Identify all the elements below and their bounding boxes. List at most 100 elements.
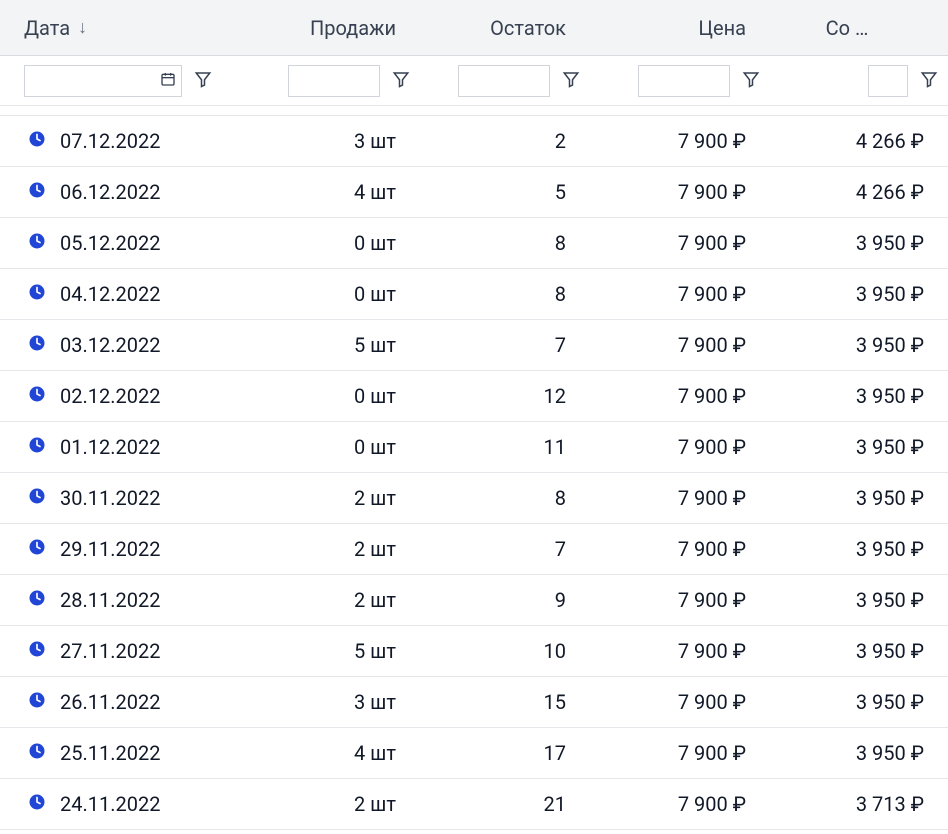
sales-cell: 2 шт: [260, 792, 420, 816]
cost-cell: 3 713 ₽: [770, 792, 948, 816]
table-row[interactable]: 28.11.2022 2 шт97 900 ₽3 950 ₽: [0, 575, 948, 626]
filter-price-input[interactable]: [638, 65, 730, 97]
filter-icon[interactable]: [194, 70, 212, 92]
price-cell: 7 900 ₽: [590, 282, 770, 306]
date-cell: 06.12.2022: [0, 180, 260, 204]
table-row[interactable]: 29.11.20222 шт77 900 ₽3 950 ₽: [0, 524, 948, 575]
header-cost-label: Со …: [826, 16, 869, 40]
header-date[interactable]: Дата ↓: [0, 16, 260, 40]
clock-icon: [28, 792, 46, 816]
table-row[interactable]: 27.11.20225 шт107 900 ₽3 950 ₽: [0, 626, 948, 677]
date-cell: 03.12.2022: [0, 333, 260, 357]
cost-cell: 3 950 ₽: [770, 333, 948, 357]
date-value: 30.11.2022: [60, 486, 160, 510]
table-row[interactable]: 01.12.20220 шт117 900 ₽3 950 ₽: [0, 422, 948, 473]
filter-icon[interactable]: [392, 70, 410, 92]
stock-cell: 12: [420, 384, 590, 408]
date-value: 03.12.2022: [60, 333, 160, 357]
date-cell: 28.11.2022: [0, 588, 260, 612]
stock-cell: 8: [420, 486, 590, 510]
filter-icon[interactable]: [742, 70, 760, 92]
stock-cell: 5: [420, 180, 590, 204]
date-value: 27.11.2022: [60, 639, 160, 663]
stock-cell: 10: [420, 639, 590, 663]
table-row[interactable]: 03.12.20225 шт77 900 ₽3 950 ₽: [0, 320, 948, 371]
table-row[interactable]: 06.12.20224 шт57 900 ₽4 266 ₽: [0, 167, 948, 218]
filter-date-input[interactable]: [24, 65, 182, 97]
cost-cell: 4 266 ₽: [770, 180, 948, 204]
date-cell: 25.11.2022: [0, 741, 260, 765]
date-value: 04.12.2022: [60, 282, 160, 306]
clock-icon: [28, 690, 46, 714]
header-stock[interactable]: Остаток: [420, 16, 590, 40]
clock-icon: [28, 588, 46, 612]
table-row[interactable]: 30.11.20222 шт87 900 ₽3 950 ₽: [0, 473, 948, 524]
date-value: 06.12.2022: [60, 180, 160, 204]
cost-cell: 3 950 ₽: [770, 588, 948, 612]
date-value: 01.12.2022: [60, 435, 160, 459]
clock-icon: [28, 231, 46, 255]
clock-icon: [28, 486, 46, 510]
date-cell: 01.12.2022: [0, 435, 260, 459]
sales-cell: 0 шт: [260, 384, 420, 408]
filter-sales-input[interactable]: [288, 65, 380, 97]
stock-cell: 17: [420, 741, 590, 765]
cost-cell: 3 950 ₽: [770, 231, 948, 255]
cost-cell: 3 950 ₽: [770, 486, 948, 510]
sales-cell: 4 шт: [260, 741, 420, 765]
date-value: 02.12.2022: [60, 384, 160, 408]
table-header-row: Дата ↓ Продажи Остаток Цена Со …: [0, 0, 948, 56]
date-value: 07.12.2022: [60, 129, 160, 153]
table-row[interactable]: 24.11.20222 шт217 900 ₽3 713 ₽: [0, 779, 948, 830]
filter-stock-input[interactable]: [458, 65, 550, 97]
price-cell: 7 900 ₽: [590, 588, 770, 612]
header-date-label: Дата: [24, 16, 70, 40]
cost-cell: 3 950 ₽: [770, 435, 948, 459]
stock-cell: 9: [420, 588, 590, 612]
table-row[interactable]: 26.11.20223 шт157 900 ₽3 950 ₽: [0, 677, 948, 728]
header-stock-label: Остаток: [490, 16, 566, 40]
cost-cell: 3 950 ₽: [770, 639, 948, 663]
date-value: 24.11.2022: [60, 792, 160, 816]
table-row[interactable]: 25.11.20224 шт177 900 ₽3 950 ₽: [0, 728, 948, 779]
clock-icon: [28, 435, 46, 459]
cost-cell: 3 950 ₽: [770, 537, 948, 561]
filter-icon[interactable]: [920, 70, 938, 92]
date-value: 28.11.2022: [60, 588, 160, 612]
table-row[interactable]: 04.12.20220 шт87 900 ₽3 950 ₽: [0, 269, 948, 320]
header-sales-label: Продажи: [310, 16, 396, 40]
table-row[interactable]: 05.12.20220 шт87 900 ₽3 950 ₽: [0, 218, 948, 269]
cost-cell: 3 950 ₽: [770, 741, 948, 765]
table-body: 07.12.20223 шт27 900 ₽4 266 ₽ 06.12.2022 4…: [0, 116, 948, 830]
table-row[interactable]: 07.12.20223 шт27 900 ₽4 266 ₽: [0, 116, 948, 167]
clock-icon: [28, 639, 46, 663]
price-cell: 7 900 ₽: [590, 333, 770, 357]
stock-cell: 21: [420, 792, 590, 816]
sales-cell: 4 шт: [260, 180, 420, 204]
clock-icon: [28, 129, 46, 153]
sort-descending-icon: ↓: [78, 17, 87, 38]
cost-cell: 4 266 ₽: [770, 129, 948, 153]
header-price-label: Цена: [698, 16, 746, 40]
header-cost[interactable]: Со …: [770, 16, 948, 40]
stock-cell: 15: [420, 690, 590, 714]
sales-cell: 2 шт: [260, 537, 420, 561]
cost-cell: 3 950 ₽: [770, 690, 948, 714]
stock-cell: 11: [420, 435, 590, 459]
stock-cell: 8: [420, 231, 590, 255]
date-value: 26.11.2022: [60, 690, 160, 714]
header-price[interactable]: Цена: [590, 16, 770, 40]
header-sales[interactable]: Продажи: [260, 16, 420, 40]
filter-cost-input[interactable]: [868, 65, 908, 97]
date-cell: 26.11.2022: [0, 690, 260, 714]
clock-icon: [28, 333, 46, 357]
date-cell: 07.12.2022: [0, 129, 260, 153]
stock-cell: 7: [420, 537, 590, 561]
sales-cell: 2 шт: [260, 588, 420, 612]
clock-icon: [28, 537, 46, 561]
sales-cell: 0 шт: [260, 435, 420, 459]
filter-icon[interactable]: [562, 70, 580, 92]
table-row[interactable]: 02.12.20220 шт127 900 ₽3 950 ₽: [0, 371, 948, 422]
clock-icon: [28, 741, 46, 765]
sales-cell: 2 шт: [260, 486, 420, 510]
